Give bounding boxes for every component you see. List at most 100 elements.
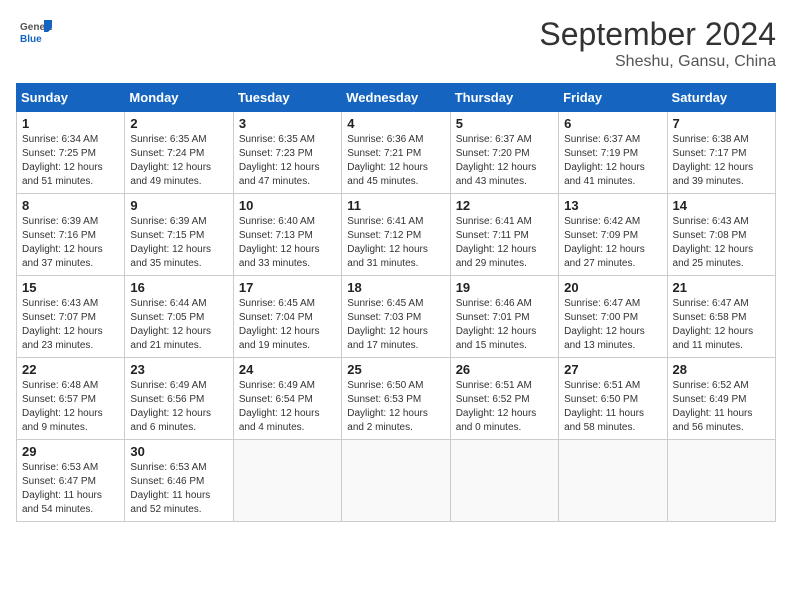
- calendar-week-4: 22 Sunrise: 6:48 AMSunset: 6:57 PMDayligh…: [17, 358, 776, 440]
- day-number: 19: [456, 280, 553, 295]
- day-info: Sunrise: 6:47 AMSunset: 6:58 PMDaylight:…: [673, 297, 770, 353]
- day-info: Sunrise: 6:51 AMSunset: 6:52 PMDaylight:…: [456, 379, 553, 435]
- subtitle: Sheshu, Gansu, China: [539, 53, 776, 71]
- day-cell-17: 17 Sunrise: 6:45 AMSunset: 7:04 PMDayligh…: [233, 276, 341, 358]
- day-cell-28: 28Sunrise: 6:52 AMSunset: 6:49 PMDayligh…: [667, 358, 775, 440]
- day-number: 18: [347, 280, 444, 295]
- day-cell-26: 26 Sunrise: 6:51 AMSunset: 6:52 PMDayligh…: [450, 358, 558, 440]
- day-number: 2: [130, 116, 227, 131]
- day-number: 27: [564, 362, 661, 377]
- weekday-header-tuesday: Tuesday: [233, 84, 341, 112]
- day-info: Sunrise: 6:45 AMSunset: 7:04 PMDaylight:…: [239, 297, 336, 353]
- day-number: 14: [673, 198, 770, 213]
- empty-cell: [233, 440, 341, 522]
- day-info: Sunrise: 6:46 AMSunset: 7:01 PMDaylight:…: [456, 297, 553, 353]
- day-number: 21: [673, 280, 770, 295]
- day-number: 20: [564, 280, 661, 295]
- day-cell-5: 5Sunrise: 6:37 AMSunset: 7:20 PMDaylight…: [450, 112, 558, 194]
- day-info: Sunrise: 6:36 AMSunset: 7:21 PMDaylight:…: [347, 133, 444, 189]
- day-number: 4: [347, 116, 444, 131]
- day-info: Sunrise: 6:38 AMSunset: 7:17 PMDaylight:…: [673, 133, 770, 189]
- day-cell-27: 27 Sunrise: 6:51 AMSunset: 6:50 PMDayligh…: [559, 358, 667, 440]
- title-block: September 2024 Sheshu, Gansu, China: [539, 16, 776, 71]
- weekday-header-row: SundayMondayTuesdayWednesdayThursdayFrid…: [17, 84, 776, 112]
- day-number: 7: [673, 116, 770, 131]
- day-info: Sunrise: 6:44 AMSunset: 7:05 PMDaylight:…: [130, 297, 227, 353]
- day-info: Sunrise: 6:35 AMSunset: 7:23 PMDaylight:…: [239, 133, 336, 189]
- empty-cell: [342, 440, 450, 522]
- day-info: Sunrise: 6:48 AMSunset: 6:57 PMDaylight:…: [22, 379, 119, 435]
- day-cell-19: 19 Sunrise: 6:46 AMSunset: 7:01 PMDayligh…: [450, 276, 558, 358]
- day-cell-12: 12 Sunrise: 6:41 AMSunset: 7:11 PMDayligh…: [450, 194, 558, 276]
- day-info: Sunrise: 6:40 AMSunset: 7:13 PMDaylight:…: [239, 215, 336, 271]
- day-info: Sunrise: 6:39 AMSunset: 7:16 PMDaylight:…: [22, 215, 119, 271]
- day-info: Sunrise: 6:37 AMSunset: 7:19 PMDaylight:…: [564, 133, 661, 189]
- day-info: Sunrise: 6:43 AMSunset: 7:08 PMDaylight:…: [673, 215, 770, 271]
- day-number: 22: [22, 362, 119, 377]
- day-cell-3: 3 Sunrise: 6:35 AMSunset: 7:23 PMDaylight…: [233, 112, 341, 194]
- day-info: Sunrise: 6:42 AMSunset: 7:09 PMDaylight:…: [564, 215, 661, 271]
- day-info: Sunrise: 6:53 AMSunset: 6:46 PMDaylight:…: [130, 461, 227, 517]
- svg-text:Blue: Blue: [20, 34, 42, 45]
- weekday-header-saturday: Saturday: [667, 84, 775, 112]
- weekday-header-friday: Friday: [559, 84, 667, 112]
- day-number: 11: [347, 198, 444, 213]
- calendar-week-3: 15 Sunrise: 6:43 AMSunset: 7:07 PMDayligh…: [17, 276, 776, 358]
- day-cell-2: 2 Sunrise: 6:35 AMSunset: 7:24 PMDaylight…: [125, 112, 233, 194]
- day-cell-23: 23 Sunrise: 6:49 AMSunset: 6:56 PMDayligh…: [125, 358, 233, 440]
- day-cell-30: 30 Sunrise: 6:53 AMSunset: 6:46 PMDayligh…: [125, 440, 233, 522]
- weekday-header-thursday: Thursday: [450, 84, 558, 112]
- day-number: 26: [456, 362, 553, 377]
- day-number: 25: [347, 362, 444, 377]
- day-number: 3: [239, 116, 336, 131]
- day-cell-24: 24Sunrise: 6:49 AMSunset: 6:54 PMDayligh…: [233, 358, 341, 440]
- day-number: 15: [22, 280, 119, 295]
- day-info: Sunrise: 6:35 AMSunset: 7:24 PMDaylight:…: [130, 133, 227, 189]
- day-info: Sunrise: 6:52 AMSunset: 6:49 PMDaylight:…: [673, 379, 770, 435]
- day-cell-4: 4 Sunrise: 6:36 AMSunset: 7:21 PMDaylight…: [342, 112, 450, 194]
- day-cell-11: 11Sunrise: 6:41 AMSunset: 7:12 PMDayligh…: [342, 194, 450, 276]
- day-cell-8: 8 Sunrise: 6:39 AMSunset: 7:16 PMDaylight…: [17, 194, 125, 276]
- day-number: 6: [564, 116, 661, 131]
- month-title: September 2024: [539, 16, 776, 53]
- day-info: Sunrise: 6:50 AMSunset: 6:53 PMDaylight:…: [347, 379, 444, 435]
- day-info: Sunrise: 6:39 AMSunset: 7:15 PMDaylight:…: [130, 215, 227, 271]
- logo-icon: General Blue: [16, 16, 52, 52]
- empty-cell: [559, 440, 667, 522]
- day-cell-14: 14 Sunrise: 6:43 AMSunset: 7:08 PMDayligh…: [667, 194, 775, 276]
- weekday-header-wednesday: Wednesday: [342, 84, 450, 112]
- day-number: 16: [130, 280, 227, 295]
- calendar: SundayMondayTuesdayWednesdayThursdayFrid…: [16, 83, 776, 522]
- day-cell-16: 16 Sunrise: 6:44 AMSunset: 7:05 PMDayligh…: [125, 276, 233, 358]
- day-info: Sunrise: 6:34 AMSunset: 7:25 PMDaylight:…: [22, 133, 119, 189]
- day-cell-22: 22 Sunrise: 6:48 AMSunset: 6:57 PMDayligh…: [17, 358, 125, 440]
- day-cell-10: 10 Sunrise: 6:40 AMSunset: 7:13 PMDayligh…: [233, 194, 341, 276]
- empty-cell: [450, 440, 558, 522]
- day-cell-29: 29Sunrise: 6:53 AMSunset: 6:47 PMDayligh…: [17, 440, 125, 522]
- day-number: 1: [22, 116, 119, 131]
- day-info: Sunrise: 6:49 AMSunset: 6:56 PMDaylight:…: [130, 379, 227, 435]
- day-info: Sunrise: 6:51 AMSunset: 6:50 PMDaylight:…: [564, 379, 661, 435]
- empty-cell: [667, 440, 775, 522]
- weekday-header-sunday: Sunday: [17, 84, 125, 112]
- day-number: 23: [130, 362, 227, 377]
- logo: General Blue: [16, 16, 52, 52]
- day-info: Sunrise: 6:53 AMSunset: 6:47 PMDaylight:…: [22, 461, 119, 517]
- day-cell-21: 21 Sunrise: 6:47 AMSunset: 6:58 PMDayligh…: [667, 276, 775, 358]
- day-info: Sunrise: 6:37 AMSunset: 7:20 PMDaylight:…: [456, 133, 553, 189]
- day-info: Sunrise: 6:43 AMSunset: 7:07 PMDaylight:…: [22, 297, 119, 353]
- day-number: 17: [239, 280, 336, 295]
- day-number: 8: [22, 198, 119, 213]
- day-number: 30: [130, 444, 227, 459]
- calendar-week-2: 8 Sunrise: 6:39 AMSunset: 7:16 PMDaylight…: [17, 194, 776, 276]
- day-number: 9: [130, 198, 227, 213]
- day-info: Sunrise: 6:41 AMSunset: 7:11 PMDaylight:…: [456, 215, 553, 271]
- day-cell-1: 1 Sunrise: 6:34 AMSunset: 7:25 PMDaylight…: [17, 112, 125, 194]
- day-cell-9: 9 Sunrise: 6:39 AMSunset: 7:15 PMDaylight…: [125, 194, 233, 276]
- day-cell-18: 18 Sunrise: 6:45 AMSunset: 7:03 PMDayligh…: [342, 276, 450, 358]
- day-info: Sunrise: 6:45 AMSunset: 7:03 PMDaylight:…: [347, 297, 444, 353]
- day-number: 24: [239, 362, 336, 377]
- day-number: 12: [456, 198, 553, 213]
- calendar-week-5: 29Sunrise: 6:53 AMSunset: 6:47 PMDayligh…: [17, 440, 776, 522]
- day-number: 10: [239, 198, 336, 213]
